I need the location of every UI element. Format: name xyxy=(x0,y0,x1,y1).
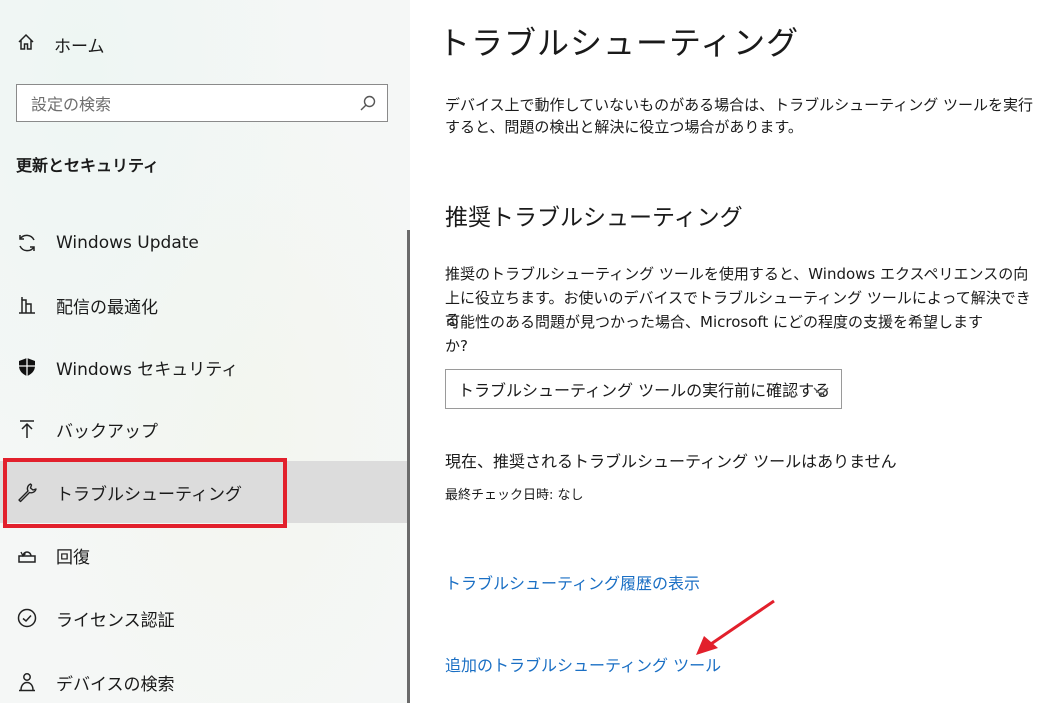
sidebar-item-backup[interactable]: バックアップ xyxy=(0,398,410,460)
settings-search-input[interactable] xyxy=(29,92,353,116)
intro-line-2: すると、問題の検出と解決に役立つ場合があります。 xyxy=(445,118,803,136)
sidebar-item-find-my-device[interactable]: デバイスの検索 xyxy=(0,651,410,713)
shield-icon xyxy=(14,354,40,380)
recommended-desc-line-1: 推奨のトラブルシューティング ツールを使用すると、Windows エクスペリエン… xyxy=(445,265,1029,283)
sidebar-item-label: デバイスの検索 xyxy=(56,674,175,695)
sidebar-item-activation[interactable]: ライセンス認証 xyxy=(0,587,410,649)
recovery-icon xyxy=(14,542,40,568)
sidebar-item-windows-update[interactable]: Windows Update xyxy=(0,212,410,274)
home-nav-item[interactable]: ホーム xyxy=(16,30,105,58)
sidebar: ホーム 更新とセキュリティ Windows Update 配信の最適化 Wind… xyxy=(0,0,410,703)
sidebar-item-label: 回復 xyxy=(56,547,90,568)
troubleshoot-preference-dropdown[interactable]: トラブルシューティング ツールの実行前に確認する xyxy=(445,369,842,409)
additional-troubleshooters-link[interactable]: 追加のトラブルシューティング ツール xyxy=(445,652,721,676)
settings-search-box[interactable] xyxy=(16,84,388,122)
recommended-desc-line-3: 可能性のある問題が見つかった場合、Microsoft にどの程度の支援を希望しま… xyxy=(445,313,984,331)
section-title: 更新とセキュリティ xyxy=(16,156,160,175)
sidebar-item-label: バックアップ xyxy=(56,421,158,442)
page-title: トラブルシューティング xyxy=(438,24,800,62)
home-label: ホーム xyxy=(54,36,105,57)
sidebar-item-troubleshoot[interactable]: トラブルシューティング xyxy=(0,461,410,523)
check-circle-icon xyxy=(14,605,40,631)
recommended-desc-line-4: か? xyxy=(445,337,468,355)
home-icon xyxy=(16,32,36,56)
sidebar-item-label: ライセンス認証 xyxy=(56,610,175,631)
sidebar-item-label: Windows Update xyxy=(56,233,199,253)
sidebar-item-label: 配信の最適化 xyxy=(56,297,158,318)
sidebar-item-windows-security[interactable]: Windows セキュリティ xyxy=(0,336,410,398)
dropdown-selected-value: トラブルシューティング ツールの実行前に確認する xyxy=(458,381,831,400)
sync-icon xyxy=(14,230,40,256)
sidebar-item-label: トラブルシューティング xyxy=(56,484,242,505)
status-text: 現在、推奨されるトラブルシューティング ツールはありません xyxy=(445,452,897,471)
backup-arrow-icon xyxy=(14,416,40,442)
intro-line-1: デバイス上で動作していないものがある場合は、トラブルシューティング ツールを実行 xyxy=(445,96,1033,114)
last-check-text: 最終チェック日時: なし xyxy=(445,488,584,503)
troubleshoot-history-link[interactable]: トラブルシューティング履歴の表示 xyxy=(445,570,700,594)
person-location-icon xyxy=(14,669,40,695)
sidebar-item-recovery[interactable]: 回復 xyxy=(0,524,410,586)
sidebar-item-delivery-optimization[interactable]: 配信の最適化 xyxy=(0,274,410,336)
delivery-optimization-icon xyxy=(14,292,40,318)
recommended-heading: 推奨トラブルシューティング xyxy=(445,205,743,231)
wrench-icon xyxy=(14,479,40,505)
chevron-down-icon xyxy=(813,382,829,401)
sidebar-item-label: Windows セキュリティ xyxy=(56,359,239,380)
annotation-arrow-icon xyxy=(696,599,775,655)
search-icon[interactable] xyxy=(359,94,377,116)
